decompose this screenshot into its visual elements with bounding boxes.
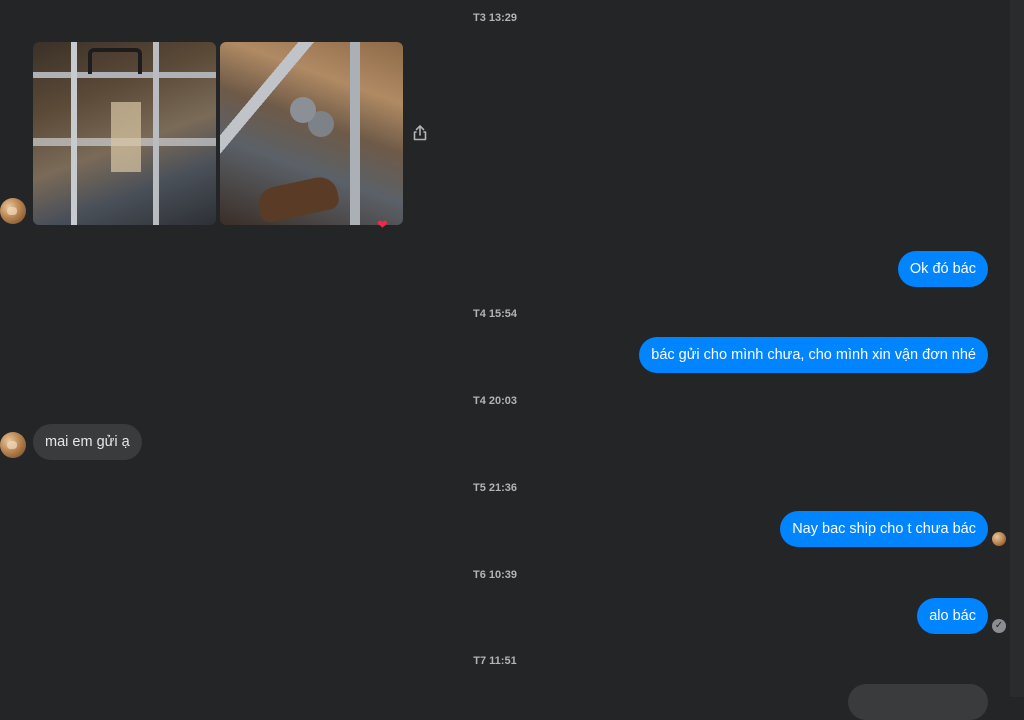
message-bubble-outgoing[interactable]: Ok đó bác bbox=[897, 251, 988, 287]
message-bubble-outgoing[interactable]: bác gửi cho mình chưa, cho mình xin vận … bbox=[639, 337, 988, 373]
timestamp: T4 20:03 bbox=[472, 395, 518, 407]
contact-avatar[interactable] bbox=[0, 198, 26, 224]
chat-thread: T3 13:29 ❤ Ok đó bác T4 15:54 bác gửi ch… bbox=[0, 0, 1010, 720]
seen-check-icon: ✓ bbox=[992, 619, 1006, 633]
timestamp: T5 21:36 bbox=[472, 482, 518, 494]
share-icon[interactable] bbox=[411, 124, 429, 142]
photo-attachment[interactable] bbox=[220, 42, 403, 225]
photo-attachment[interactable] bbox=[33, 42, 216, 225]
contact-avatar[interactable] bbox=[0, 432, 26, 458]
timestamp: T4 15:54 bbox=[472, 308, 518, 320]
timestamp: T6 10:39 bbox=[472, 569, 518, 581]
message-bubble-incoming[interactable]: mai em gửi ạ bbox=[33, 424, 142, 460]
seen-avatar bbox=[992, 532, 1006, 546]
timestamp: T7 11:51 bbox=[473, 655, 517, 667]
timestamp: T3 13:29 bbox=[472, 12, 518, 24]
scrollbar[interactable] bbox=[1010, 0, 1024, 697]
message-bubble-outgoing[interactable]: alo bác bbox=[917, 598, 988, 634]
message-bubble-partial[interactable] bbox=[848, 684, 988, 720]
message-bubble-outgoing[interactable]: Nay bac ship cho t chưa bác bbox=[780, 511, 988, 547]
heart-reaction-icon[interactable]: ❤ bbox=[377, 218, 388, 231]
